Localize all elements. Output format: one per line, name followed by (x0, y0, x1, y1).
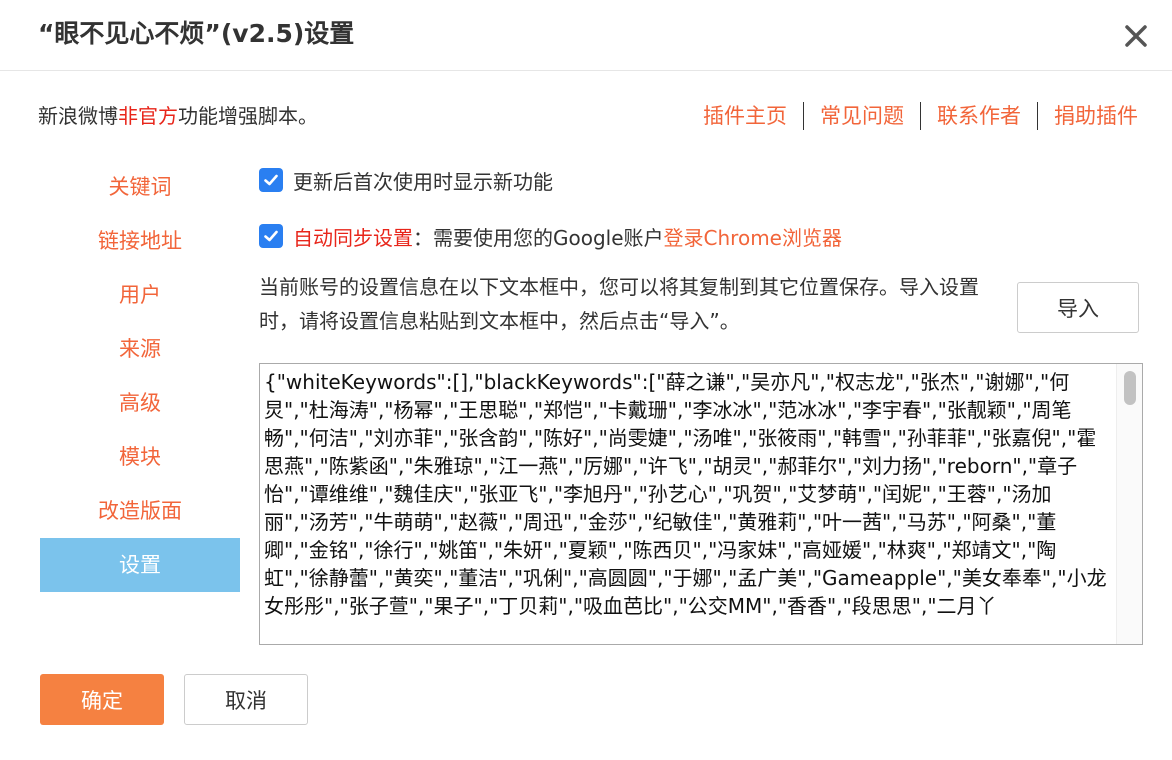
link-separator (1037, 102, 1038, 130)
auto-sync-label: 自动同步设置 (293, 225, 413, 250)
link-separator (920, 102, 921, 130)
settings-textarea[interactable]: {"whiteKeywords":[],"blackKeywords":["薛之… (259, 363, 1143, 645)
sidebar-item-modules[interactable]: 模块 (40, 430, 240, 484)
auto-sync-row: 自动同步设置 ：需要使用您的Google账户 登录Chrome浏览器 (259, 219, 842, 253)
cancel-button[interactable]: 取消 (184, 674, 308, 725)
link-plugin-homepage[interactable]: 插件主页 (703, 100, 787, 132)
chrome-login-link[interactable]: 登录Chrome浏览器 (664, 222, 842, 251)
scrollbar-thumb[interactable] (1124, 371, 1136, 405)
dialog-titlebar: “眼不见心不烦”(v2.5)设置 (0, 0, 1172, 71)
intro-prefix: 新浪微博 (38, 104, 118, 128)
link-separator (803, 102, 804, 130)
link-donate[interactable]: 捐助插件 (1054, 100, 1138, 132)
intro-highlight: 非官方 (118, 104, 178, 128)
link-contact-author[interactable]: 联系作者 (937, 100, 1021, 132)
auto-sync-desc: ：需要使用您的Google账户 (413, 225, 664, 250)
checkmark-icon (264, 174, 278, 186)
intro-suffix: 功能增强脚本。 (178, 104, 318, 128)
close-icon (1125, 25, 1147, 47)
dialog-title: “眼不见心不烦”(v2.5)设置 (38, 19, 355, 48)
sidebar-item-advanced[interactable]: 高级 (40, 376, 240, 430)
sidebar-item-keywords[interactable]: 关键词 (40, 160, 240, 214)
sidebar-item-layout[interactable]: 改造版面 (40, 484, 240, 538)
show-new-features-checkbox[interactable] (259, 168, 283, 192)
top-links: 插件主页 常见问题 联系作者 捐助插件 (703, 100, 1138, 132)
import-button[interactable]: 导入 (1017, 282, 1139, 333)
link-faq[interactable]: 常见问题 (820, 100, 904, 132)
ok-button[interactable]: 确定 (40, 674, 164, 725)
settings-description: 当前账号的设置信息在以下文本框中，您可以将其复制到其它位置保存。导入设置时，请将… (259, 275, 979, 333)
sidebar-item-source[interactable]: 来源 (40, 322, 240, 376)
sidebar-item-settings[interactable]: 设置 (40, 538, 240, 592)
auto-sync-checkbox[interactable] (259, 224, 283, 248)
checkmark-icon (264, 230, 278, 242)
sidebar-item-users[interactable]: 用户 (40, 268, 240, 322)
close-button[interactable] (1118, 18, 1154, 54)
sidebar-nav: 关键词 链接地址 用户 来源 高级 模块 改造版面 设置 (40, 160, 240, 592)
sidebar-item-links[interactable]: 链接地址 (40, 214, 240, 268)
textarea-scrollbar[interactable] (1116, 364, 1142, 644)
show-new-features-label: 更新后首次使用时显示新功能 (293, 169, 553, 194)
intro-text: 新浪微博非官方功能增强脚本。 (38, 100, 318, 132)
show-new-features-row: 更新后首次使用时显示新功能 (259, 163, 553, 197)
settings-textarea-content[interactable]: {"whiteKeywords":[],"blackKeywords":["薛之… (262, 366, 1114, 642)
